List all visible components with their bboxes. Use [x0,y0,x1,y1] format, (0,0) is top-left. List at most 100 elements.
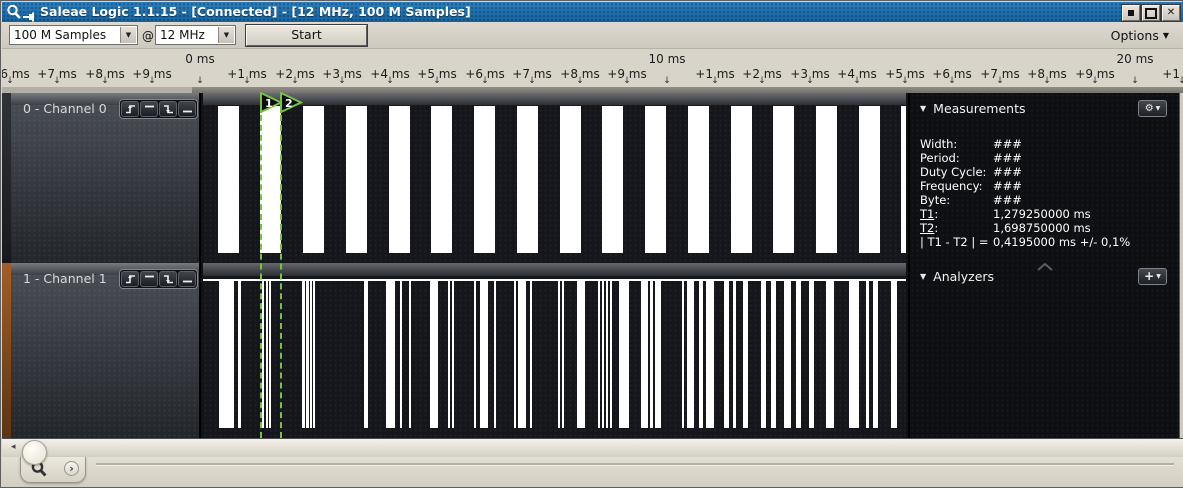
low-level-trigger-button[interactable] [178,101,196,117]
tick-arrow-icon: ↓ [338,76,346,86]
timing-marker-flag[interactable]: 2 [280,92,303,117]
timeline-ruler[interactable]: 0 ms10 ms20 ms+6 ms+7 ms+8 ms+9 ms+1 ms+… [2,49,1183,87]
channel-1-pulse [796,281,801,428]
measurement-label: T2: [920,221,993,235]
close-button[interactable]: ✕ [1162,5,1180,21]
timing-marker-line[interactable] [280,105,282,438]
measurement-value: ### [993,151,1022,165]
tick-arrow-icon: ↓ [1178,76,1183,86]
ruler-major-tick-label: 20 ms [1116,52,1153,66]
channel-0-panel: 0 - Channel 0 [2,93,201,263]
tick-arrow-icon: ↓ [148,76,156,86]
tick-arrow-icon: ↓ [1091,76,1099,86]
tick-arrow-icon: ↓ [996,76,1004,86]
rising-edge-trigger-button[interactable] [121,101,139,117]
measurement-row: T1:1,279250000 ms [920,207,1170,221]
horizontal-scrollbar[interactable]: ◂ [2,438,1183,457]
falling-edge-trigger-button[interactable] [159,271,177,287]
channel-1-pulse [219,281,234,428]
tick-arrow-icon: ↓ [1131,76,1139,86]
channel-0-pulse [731,106,752,253]
window-title: Saleae Logic 1.1.15 - [Connected] - [12 … [40,4,471,19]
minimize-button[interactable] [1122,5,1140,21]
channel-1-pulse [262,281,264,428]
measurements-settings-button[interactable]: ⚙ ▼ [1138,100,1167,117]
low-level-trigger-button[interactable] [178,271,196,287]
chevron-down-icon[interactable]: ▼ [218,27,234,43]
tick-arrow-icon: ↓ [6,76,14,86]
tick-arrow-icon: ↓ [711,76,719,86]
waveform-area[interactable] [203,93,906,438]
samples-select[interactable]: 100 M Samples ▼ [9,25,138,45]
channel-1-pulse [364,281,368,428]
channel-0-pulse [859,106,880,253]
channel-1-pulse [518,281,526,428]
section-collapse-icon[interactable]: ▼ [920,272,926,281]
tick-arrow-icon: ↓ [948,76,956,86]
measurement-label: Duty Cycle: [920,165,993,179]
channel-1-pulse [849,281,859,428]
section-collapse-icon[interactable]: ▼ [920,104,926,113]
measurement-row: Frequency:### [920,179,1170,193]
tick-arrow-icon: ↓ [853,76,861,86]
channel-1-pulse [784,281,791,428]
measurement-row: Byte:### [920,193,1170,207]
channel-1-pulse [386,281,395,428]
measurement-label: Byte: [920,193,993,207]
channel-0-pulse [773,106,794,253]
maximize-button[interactable] [1142,5,1160,21]
measurement-value: ### [993,137,1022,151]
channel-1-pulse [448,281,450,428]
title-bar[interactable]: Saleae Logic 1.1.15 - [Connected] - [12 … [2,2,1183,22]
chevron-down-icon: ▼ [1156,274,1161,280]
analyzers-section-header[interactable]: ▼ Analyzers [920,269,994,284]
tick-arrow-icon: ↓ [1043,76,1051,86]
app-window: Saleae Logic 1.1.15 - [Connected] - [12 … [0,0,1183,488]
timing-marker-line[interactable] [260,105,262,438]
high-level-trigger-button[interactable] [140,101,158,117]
channel-1-pulse [606,281,608,428]
high-level-trigger-button[interactable] [140,271,158,287]
bottom-groove [96,463,1174,466]
measurement-value: ### [993,193,1022,207]
rising-edge-trigger-button[interactable] [121,271,139,287]
section-divider[interactable] [910,256,1179,266]
channel-1-pulse [494,281,496,428]
scrollbar-thumb[interactable] [22,440,47,465]
channel-1-pulse [302,281,305,428]
tick-arrow-icon: ↓ [53,76,61,86]
measurement-row: Duty Cycle:### [920,165,1170,179]
channel-0-pulse [218,106,239,253]
chevron-down-icon[interactable]: ▼ [120,27,136,43]
channel-1-pulse [514,281,516,428]
tick-arrow-icon: ↓ [758,76,766,86]
measurement-label: T1: [920,207,993,221]
measurements-section-header[interactable]: ▼ Measurements [920,101,1025,116]
channel-1-color-strip [2,263,11,438]
options-menu[interactable]: Options ▼ [1111,28,1169,43]
channel-1-pulse [655,281,661,428]
scroll-left-arrow-icon[interactable]: ◂ [11,442,16,452]
channel-1-pulse [400,281,402,428]
channel-1-pulse [891,281,897,428]
channel-1-pulse [724,281,729,428]
channel-0-pulse [389,106,410,253]
expand-chevron-icon[interactable]: › [64,461,79,476]
channel-0-pulse [816,106,837,253]
sample-rate-select[interactable]: 12 MHz ▼ [155,25,236,45]
tick-arrow-icon: ↓ [663,76,671,86]
channel-1-pulse [310,281,312,428]
tick-arrow-icon: ↓ [806,76,814,86]
tick-arrow-icon: ↓ [623,76,631,86]
falling-edge-trigger-button[interactable] [159,101,177,117]
channel-1-pulse [430,281,438,428]
add-analyzer-button[interactable]: + ▼ [1138,268,1167,285]
start-button[interactable]: Start [246,25,367,46]
ruler-major-tick-label: 10 ms [648,52,685,66]
measurement-row: | T1 - T2 | =0,4195000 ms +/- 0,1% [920,235,1170,249]
bottom-bar: › [2,457,1183,487]
channel-1-pulse [562,281,564,428]
side-panel: ▼ Measurements ⚙ ▼ Width:###Period:###Du… [908,93,1179,438]
channel-1-pulse [650,281,653,428]
tick-arrow-icon: ↓ [101,76,109,86]
